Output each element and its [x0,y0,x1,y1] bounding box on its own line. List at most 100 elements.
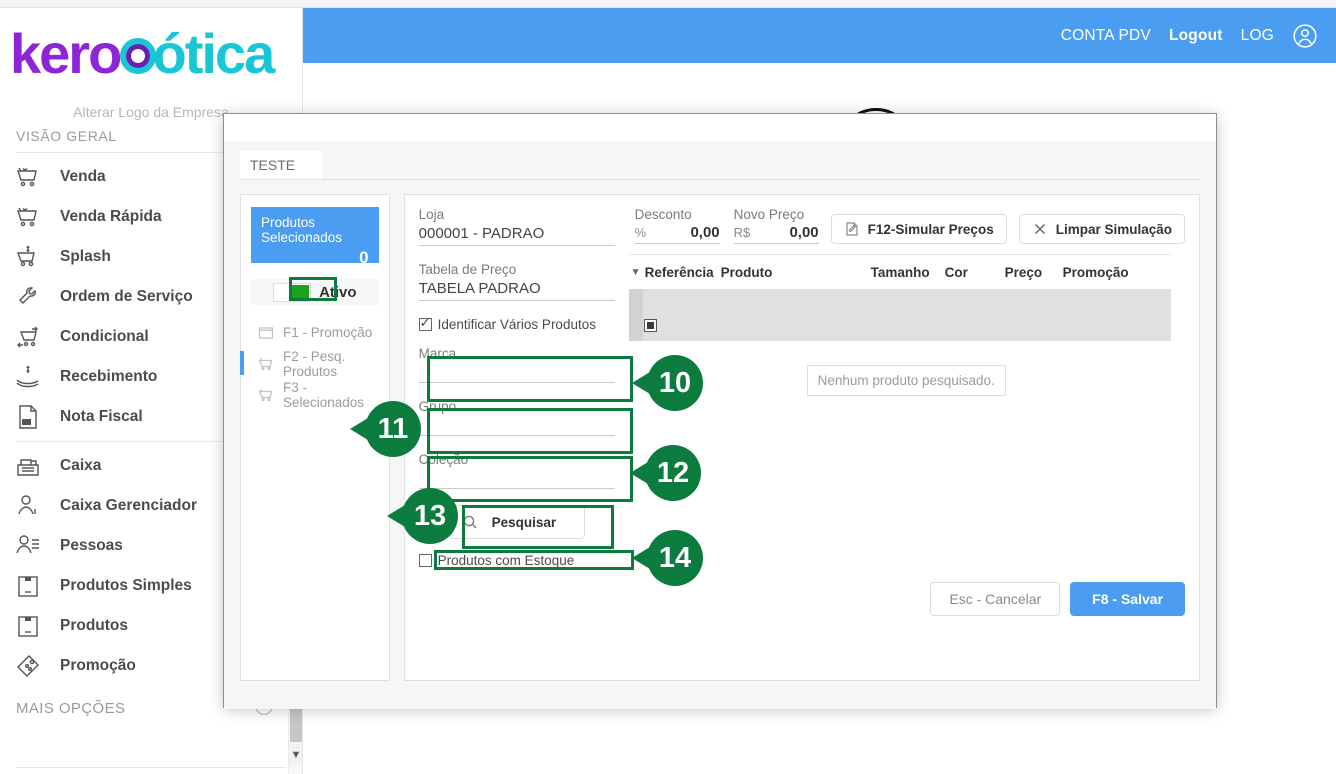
side-link-f3-selecionados[interactable]: F3 - Selecionados [251,379,379,410]
ativo-toggle[interactable] [273,282,312,302]
identificar-varios-produtos-checkbox[interactable]: Identificar Vários Produtos [418,315,615,332]
edit-document-icon [844,221,860,237]
modal-top-bar [224,114,1216,141]
annotation-pin-13: 13 [387,488,458,544]
ativo-label: Ativo [319,283,357,301]
modal-tabs: TESTE [240,141,1200,179]
chevron-down-icon[interactable]: ▼ [289,744,302,766]
annotation-pin-11: 11 [350,401,421,457]
tabela-preco-value[interactable]: TABELA PADRAO [418,277,615,301]
annotation-pin-12: 12 [630,445,701,501]
tab-teste[interactable]: TESTE [240,151,322,179]
sidebar-item-label: Splash [60,248,111,265]
checkbox-box[interactable] [418,554,432,567]
search-icon [462,514,478,530]
cart-dollar-icon [14,243,42,271]
price-tag-icon [14,652,42,680]
header-logout-link[interactable]: Logout [1169,27,1223,45]
side-link-f1-promocao[interactable]: F1 - Promoção [251,317,379,348]
simular-precos-button[interactable]: F12-Simular Preços [830,214,1007,244]
user-circle-icon[interactable] [1292,23,1318,49]
novo-preco-unit: R$ [733,225,751,240]
marca-input[interactable] [418,361,615,383]
modal-right-panel: Loja 000001 - PADRAO Tabela de Preço TAB… [403,194,1200,681]
loja-label: Loja [418,207,445,222]
browser-top-strip [0,0,1336,8]
tabela-preco-field[interactable]: Tabela de Preço TABELA PADRAO [418,262,615,301]
colecao-field[interactable]: Coleção [418,452,615,489]
limpar-simulacao-label: Limpar Simulação [1055,221,1172,237]
header-conta-pdv-link[interactable]: CONTA PDV [1061,27,1151,45]
column-header-promocao[interactable]: Promoção [1063,265,1129,280]
column-header-referencia[interactable]: Referência [645,265,721,280]
cancel-button[interactable]: Esc - Cancelar [930,582,1061,616]
produtos-selecionados-count: 0 [359,248,369,267]
produtos-selecionados-label: Produtos Selecionados [261,215,343,245]
table-group-band[interactable] [628,289,1171,341]
novo-preco-value[interactable]: 0,00 [789,224,818,241]
side-link-label: F2 - Pesq. Produtos [283,348,346,379]
grupo-label: Grupo [418,399,457,414]
ativo-toggle-row[interactable]: Ativo [251,279,379,305]
side-link-label: F1 - Promoção [283,325,373,340]
tag-outline-icon [257,324,275,342]
cart-arrow-icon [14,323,42,351]
annotation-pin-10: 10 [632,355,703,411]
grupo-field[interactable]: Grupo [418,399,615,436]
column-header-preco[interactable]: Preço [1005,265,1063,280]
sidebar-item-label: Venda [60,168,106,185]
loja-value[interactable]: 000001 - PADRAO [418,222,615,246]
limpar-simulacao-button[interactable]: Limpar Simulação [1018,214,1185,244]
marca-field[interactable]: Marca [418,346,615,383]
produtos-com-estoque-label: Produtos com Estoque [437,553,575,568]
column-header-tamanho[interactable]: Tamanho [871,265,945,280]
sidebar-item-label: Venda Rápida [60,208,162,225]
colecao-input[interactable] [418,467,615,489]
sidebar-item-label: Caixa Gerenciador [60,497,197,514]
close-x-icon [1032,221,1048,237]
more-options-label: MAIS OPÇÕES [16,700,126,717]
desconto-field[interactable]: Desconto % 0,00 [634,207,720,244]
sidebar-item-label: Produtos Simples [60,577,192,594]
logo-text-primary: kero [10,22,122,85]
cart-fast-icon [14,203,42,231]
sidebar-item-label: Promoção [60,657,136,674]
simular-precos-label: F12-Simular Preços [867,221,994,237]
empty-results-message: Nenhum produto pesquisado. [806,365,1006,396]
save-button[interactable]: F8 - Salvar [1070,582,1185,616]
pesquisar-button[interactable]: Pesquisar [448,505,585,539]
user-dollar-icon [14,492,42,520]
tabs-divider [240,179,1200,180]
side-link-f2-pesq-produtos[interactable]: F2 - Pesq. Produtos [240,348,379,379]
sidebar-item-label: Caixa [60,457,102,474]
column-header-produto[interactable]: Produto [721,265,871,280]
sidebar-item-label: Ordem de Serviço [60,288,193,305]
tabela-preco-label: Tabela de Preço [418,262,517,277]
sidebar-bottom-divider [16,767,286,768]
colecao-label: Coleção [418,452,469,467]
brand-logo[interactable]: kerooótica [0,8,302,100]
column-header-cor[interactable]: Cor [945,265,1005,280]
novo-preco-field[interactable]: Novo Preço R$ 0,00 [733,207,819,244]
checkbox-box[interactable] [418,315,432,331]
sidebar-item-label: Condicional [60,328,149,345]
sidebar-scrollbar[interactable]: ▼ [288,698,302,774]
box-icon [14,612,42,640]
marca-label: Marca [418,346,457,361]
app-header: CONTA PDV Logout LOG [303,8,1336,63]
user-list-icon [14,532,42,560]
wrench-icon [14,283,42,311]
caret-down-icon[interactable]: ▼ [629,267,645,278]
identificar-varios-produtos-label: Identificar Vários Produtos [437,317,596,332]
group-select-checkbox[interactable] [643,319,657,332]
sidebar-item-label: Nota Fiscal [60,408,143,425]
modal-footer: Esc - Cancelar F8 - Salvar [405,568,1199,616]
desconto-value[interactable]: 0,00 [690,224,719,241]
grupo-input[interactable] [418,414,615,436]
loja-field[interactable]: Loja 000001 - PADRAO [418,207,615,246]
header-log-link[interactable]: LOG [1241,27,1274,45]
cart-icon [14,163,42,191]
produtos-com-estoque-checkbox[interactable]: Produtos com Estoque [418,553,615,568]
box-icon [14,572,42,600]
pesquisar-label: Pesquisar [491,514,557,530]
